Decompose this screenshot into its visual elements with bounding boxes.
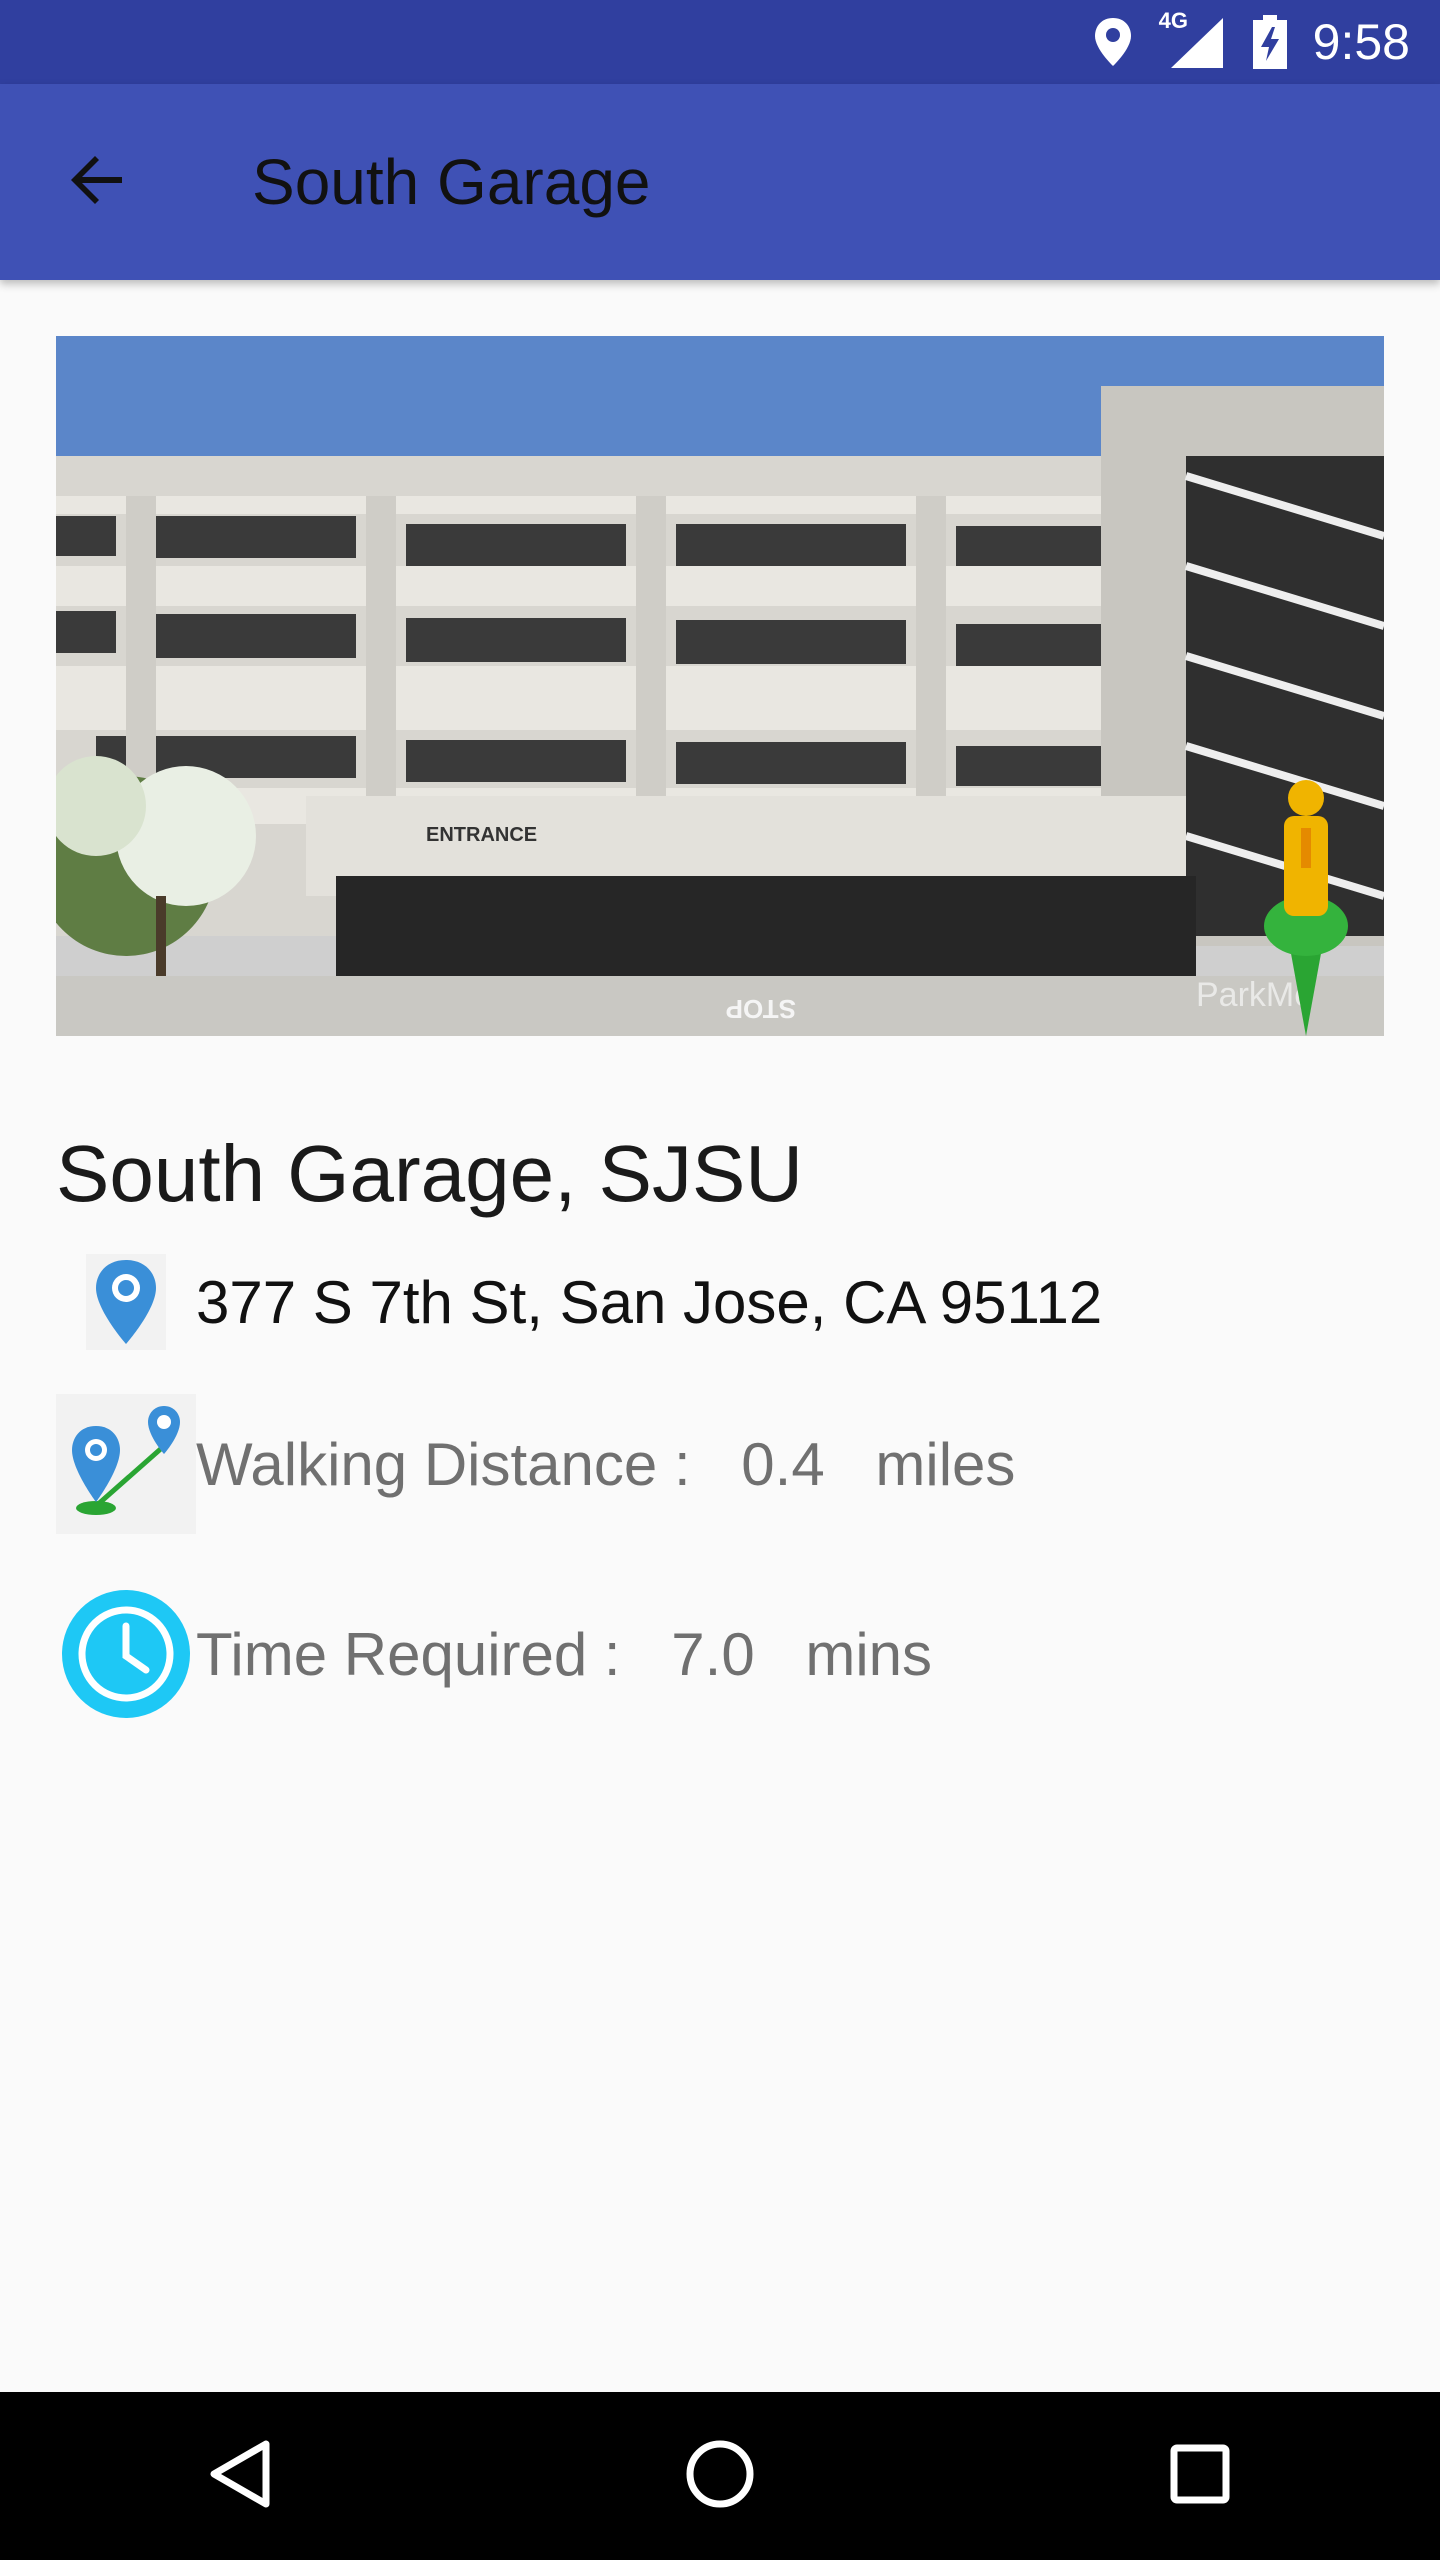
walking-distance-row: Walking Distance : 0.4 miles [56, 1394, 1015, 1534]
address-text: 377 S 7th St, San Jose, CA 95112 [196, 1268, 1103, 1336]
location-pin-icon [56, 1232, 196, 1372]
address-row: 377 S 7th St, San Jose, CA 95112 [56, 1232, 1102, 1372]
nav-back-icon [208, 2440, 272, 2513]
time-label: Time Required : [196, 1620, 621, 1688]
walking-unit: miles [875, 1430, 1016, 1498]
battery-icon [1252, 15, 1287, 69]
walking-distance-text: Walking Distance : 0.4 miles [196, 1430, 1015, 1499]
signal-icon: 4G [1159, 8, 1225, 70]
network-type: 4G [1158, 8, 1189, 33]
clock-icon [56, 1584, 196, 1724]
walking-value: 0.4 [741, 1430, 825, 1498]
garage-photo: ENTRANCE STOP ParkMe [56, 336, 1384, 1036]
arrow-back-icon [66, 148, 130, 217]
nav-home-icon [685, 2439, 755, 2514]
place-name: South Garage, SJSU [56, 1129, 804, 1218]
entrance-sign: ENTRANCE [426, 824, 537, 846]
nav-home-button[interactable] [640, 2406, 800, 2546]
ground-stop-text: STOP [726, 994, 796, 1024]
nav-back-button[interactable] [160, 2406, 320, 2546]
status-bar: 4G 9:58 [0, 0, 1440, 84]
location-icon [1093, 16, 1133, 68]
time-value: 7.0 [671, 1620, 755, 1688]
status-time: 9:58 [1312, 14, 1410, 70]
time-required-row: Time Required : 7.0 mins [56, 1584, 932, 1724]
system-nav-bar [0, 2392, 1440, 2560]
page-title: South Garage [252, 146, 651, 218]
time-required-text: Time Required : 7.0 mins [196, 1620, 932, 1689]
walking-label: Walking Distance : [196, 1430, 691, 1498]
route-pins-icon [56, 1394, 196, 1534]
nav-recents-icon [1170, 2444, 1230, 2509]
app-bar: South Garage [0, 84, 1440, 280]
time-unit: mins [805, 1620, 933, 1688]
nav-recents-button[interactable] [1120, 2406, 1280, 2546]
watermark-text: ParkMe [1196, 976, 1313, 1014]
back-button[interactable] [38, 122, 158, 242]
